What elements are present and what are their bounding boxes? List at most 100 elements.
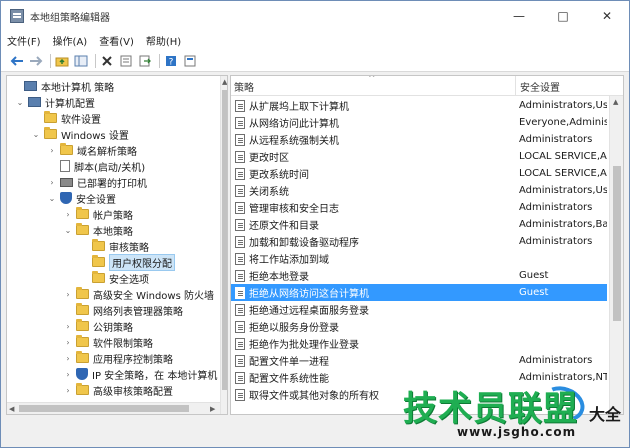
column-divider[interactable] [515,76,516,96]
policy-icon [235,116,245,129]
chevron-right-icon[interactable]: › [63,370,73,379]
scroll-left-icon[interactable]: ◀ [9,405,14,413]
list-row[interactable]: 将工作站添加到域 [231,250,607,267]
site-watermark: 技术员联盟 大全 www.jsgho.com [403,380,629,441]
menu-help[interactable]: 帮助(H) [146,33,181,48]
tree-item-computer-config[interactable]: ⌄ 计算机配置 [15,94,95,110]
menu-view[interactable]: 查看(V) [99,33,134,48]
up-folder-icon[interactable] [54,53,70,69]
maximize-button[interactable]: □ [541,1,585,31]
scroll-up-icon[interactable]: ▲ [613,98,618,106]
policy-setting: LOCAL SERVICE,Ac [519,151,607,162]
policy-name: 拒绝作为批处理作业登录 [249,340,359,351]
policy-icon [235,150,245,163]
tree-item-advanced-audit[interactable]: › 高级审核策略配置 [63,382,173,398]
tree-item-local-policies[interactable]: ⌄ 本地策略 [63,222,133,238]
list-row[interactable]: 从扩展坞上取下计算机 Administrators,Use [231,97,607,114]
view-icon[interactable] [182,53,198,69]
close-button[interactable]: ✕ [585,1,629,31]
list-row[interactable]: 从远程系统强制关机 Administrators [231,131,607,148]
tree-item-account-policies[interactable]: › 帐户策略 [63,206,133,222]
tree-item-security-settings[interactable]: ⌄ 安全设置 [47,190,116,206]
chevron-down-icon[interactable]: ⌄ [15,98,25,107]
scroll-up-icon[interactable]: ▲ [222,78,227,86]
policy-setting: Administrators,Bac [519,219,607,230]
policy-list[interactable]: 策略 ^ 安全设置 从扩展坞上取下计算机 Administrators,Use … [230,75,624,415]
policy-name: 从网络访问此计算机 [249,119,339,130]
policy-icon [235,303,245,316]
tree-item-user-rights-assignment[interactable]: 用户权限分配 [79,253,175,271]
chevron-right-icon[interactable]: › [47,146,57,155]
chevron-right-icon[interactable]: › [63,386,73,395]
chevron-right-icon[interactable]: › [63,354,73,363]
printer-icon [60,177,73,187]
tree-item-public-key-policies[interactable]: › 公钥策略 [63,318,133,334]
scrollbar-thumb[interactable] [19,405,189,412]
chevron-down-icon[interactable]: ⌄ [63,226,73,235]
tree-item-scripts[interactable]: 脚本(启动/关机) [47,158,145,174]
list-row[interactable]: 拒绝本地登录 Guest [231,267,607,284]
chevron-down-icon[interactable]: ⌄ [47,194,57,203]
list-row[interactable]: 拒绝作为批处理作业登录 [231,335,607,352]
tree-horizontal-scrollbar[interactable]: ◀ ▶ [7,402,220,414]
tree-item-software-restriction[interactable]: › 软件限制策略 [63,334,153,350]
svg-text:?: ? [169,57,174,67]
list-row[interactable]: 还原文件和目录 Administrators,Bac [231,216,607,233]
list-row[interactable]: 更改系统时间 LOCAL SERVICE,Ac [231,165,607,182]
properties-icon[interactable] [118,53,134,69]
tree-item-windows-settings[interactable]: ⌄ Windows 设置 [31,126,129,142]
list-row[interactable]: 更改时区 LOCAL SERVICE,Ac [231,148,607,165]
menu-file[interactable]: 文件(F) [7,33,41,48]
policy-setting: Administrators,Use [519,185,607,196]
list-row[interactable]: 加载和卸载设备驱动程序 Administrators [231,233,607,250]
list-row[interactable]: 配置文件单一进程 Administrators [231,352,607,369]
tree-item-name-resolution-policy[interactable]: › 域名解析策略 [47,142,137,158]
tree-item-local-computer-policy[interactable]: 本地计算机 策略 [11,78,114,94]
forward-arrow-icon[interactable] [28,53,44,69]
window-title: 本地组策略编辑器 [30,12,110,24]
console-tree[interactable]: 本地计算机 策略 ⌄ 计算机配置 软件设置 ⌄ Windows 设置 › 域名解… [6,75,228,415]
help-icon[interactable]: ? [163,53,179,69]
list-row[interactable]: 关闭系统 Administrators,Use [231,182,607,199]
policy-setting: Administrators [519,355,593,366]
policy-setting: Administrators [519,202,593,213]
tree-item-label: 高级审核策略配置 [93,386,173,398]
policy-icon [235,184,245,197]
tree-item-app-control[interactable]: › 应用程序控制策略 [63,350,173,366]
tree-item-audit-policy[interactable]: 审核策略 [79,238,149,254]
list-vertical-scrollbar[interactable]: ▲ [609,96,623,414]
tree-item-software-settings[interactable]: 软件设置 [31,110,101,126]
policy-name: 管理审核和安全日志 [249,204,339,215]
chevron-right-icon[interactable]: › [63,322,73,331]
tree-item-label: 安全选项 [109,274,149,286]
chevron-right-icon[interactable]: › [63,338,73,347]
tree-item-label: 审核策略 [109,242,149,254]
chevron-down-icon[interactable]: ⌄ [31,130,41,139]
chevron-right-icon[interactable]: › [63,290,73,299]
chevron-right-icon[interactable]: › [47,178,57,187]
tree-item-windows-firewall[interactable]: › 高级安全 Windows 防火墙 [63,286,214,302]
list-row[interactable]: 从网络访问此计算机 Everyone,Administ [231,114,607,131]
column-header-security-setting[interactable]: 安全设置 [517,76,609,96]
menu-action[interactable]: 操作(A) [53,33,88,48]
tree-item-deployed-printers[interactable]: › 已部署的打印机 [47,174,147,190]
delete-icon[interactable] [99,53,115,69]
document-icon [60,160,70,172]
list-row-selected[interactable]: 拒绝从网络访问这台计算机 Guest [231,284,607,301]
chevron-right-icon[interactable]: › [63,210,73,219]
tree-item-ip-security[interactable]: › IP 安全策略，在 本地计算机 [63,366,217,382]
list-row[interactable]: 管理审核和安全日志 Administrators [231,199,607,216]
scrollbar-thumb[interactable] [613,166,621,321]
tree-item-security-options[interactable]: 安全选项 [79,270,149,286]
minimize-button[interactable]: — [497,1,541,31]
tree-item-network-list-manager[interactable]: 网络列表管理器策略 [63,302,183,318]
policy-icon [235,388,245,401]
back-arrow-icon[interactable] [9,53,25,69]
tree-vertical-scrollbar[interactable]: ▲ [220,76,227,414]
list-row[interactable]: 拒绝以服务身份登录 [231,318,607,335]
scroll-right-icon[interactable]: ▶ [210,405,215,413]
list-row[interactable]: 拒绝通过远程桌面服务登录 [231,301,607,318]
show-hide-tree-icon[interactable] [73,53,89,69]
export-icon[interactable] [137,53,153,69]
scrollbar-thumb[interactable] [222,90,227,390]
